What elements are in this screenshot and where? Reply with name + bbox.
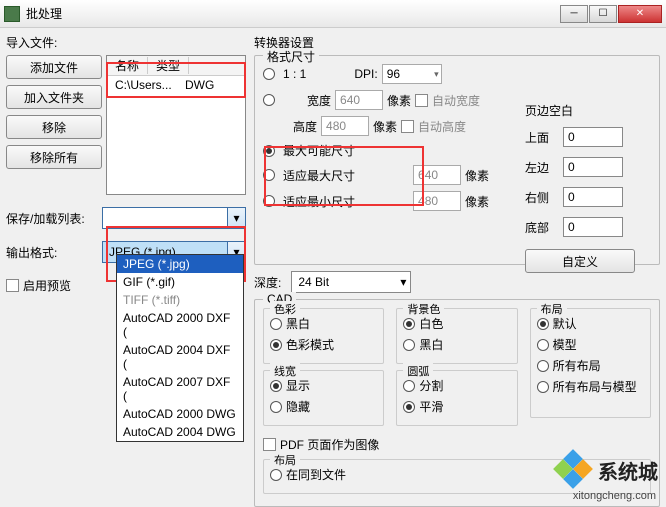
watermark-url: xitongcheng.com <box>573 490 656 502</box>
radio-1to1[interactable] <box>263 68 275 80</box>
minimize-button[interactable]: ─ <box>560 5 588 23</box>
margin-top-input[interactable]: 0 <box>563 127 623 147</box>
radio-layout-model[interactable] <box>537 339 549 351</box>
radio-layout-default[interactable] <box>537 318 549 330</box>
radio-arc-seg[interactable] <box>403 380 415 392</box>
radio-layout-allmodel[interactable] <box>537 381 549 393</box>
maximize-button[interactable]: ☐ <box>589 5 617 23</box>
file-list[interactable]: 名称 类型 C:\Users... DWG <box>106 55 246 195</box>
height-input[interactable]: 480 <box>321 116 369 136</box>
remove-all-button[interactable]: 移除所有 <box>6 145 102 169</box>
fit-min-input[interactable]: 480 <box>413 191 461 211</box>
enable-preview-checkbox[interactable] <box>6 279 19 292</box>
watermark-text: 系统城 <box>598 456 658 485</box>
output-format-dropdown[interactable]: JPEG (*.jpg) GIF (*.gif) TIFF (*.tiff) A… <box>116 254 244 442</box>
radio-lw-show[interactable] <box>270 380 282 392</box>
margins-title: 页边空白 <box>525 102 645 119</box>
save-load-label: 保存/加载列表: <box>6 210 96 227</box>
format-size-group: 格式尺寸 1 : 1 DPI: 96▾ 宽度 640 像素 自动宽度 高度 48… <box>254 55 660 265</box>
add-folder-button[interactable]: 加入文件夹 <box>6 85 102 109</box>
pdf-as-image-checkbox[interactable] <box>263 438 276 451</box>
radio-fit-min[interactable] <box>263 195 275 207</box>
titlebar: 批处理 ─ ☐ ✕ <box>0 0 666 28</box>
margin-bottom-input[interactable]: 0 <box>563 217 623 237</box>
col-type: 类型 <box>148 57 189 74</box>
radio-fit-max[interactable] <box>263 169 275 181</box>
watermark: 系统城 <box>556 452 658 488</box>
dropdown-option[interactable]: AutoCAD 2000 DXF ( <box>117 309 243 341</box>
watermark-logo <box>556 452 592 488</box>
save-load-select[interactable]: ▾ <box>102 207 246 229</box>
enable-preview-label: 启用预览 <box>23 277 71 294</box>
remove-button[interactable]: 移除 <box>6 115 102 139</box>
radio-wh[interactable] <box>263 94 275 106</box>
app-icon <box>4 6 20 22</box>
radio-bg-black[interactable] <box>403 339 415 351</box>
margins-panel: 页边空白 上面0 左边0 右侧0 底部0 自定义 <box>525 102 645 273</box>
add-file-button[interactable]: 添加文件 <box>6 55 102 79</box>
dropdown-option[interactable]: JPEG (*.jpg) <box>117 255 243 273</box>
radio-arc-smooth[interactable] <box>403 401 415 413</box>
custom-button[interactable]: 自定义 <box>525 249 635 273</box>
dropdown-option[interactable]: TIFF (*.tiff) <box>117 291 243 309</box>
file-type: DWG <box>185 78 214 92</box>
fit-max-input[interactable]: 640 <box>413 165 461 185</box>
file-list-header: 名称 类型 <box>107 56 245 76</box>
file-name: C:\Users... <box>115 78 185 92</box>
chevron-down-icon: ▾ <box>227 208 245 228</box>
output-format-label: 输出格式: <box>6 244 96 261</box>
close-button[interactable]: ✕ <box>618 5 662 23</box>
dropdown-option[interactable]: AutoCAD 2000 DWG <box>117 405 243 423</box>
import-label: 导入文件: <box>6 34 246 51</box>
dpi-select[interactable]: 96▾ <box>382 64 442 84</box>
auto-width-checkbox[interactable] <box>415 94 428 107</box>
radio-layout-all[interactable] <box>537 360 549 372</box>
file-row[interactable]: C:\Users... DWG <box>107 76 245 94</box>
margin-left-input[interactable]: 0 <box>563 157 623 177</box>
radio-max-possible[interactable] <box>263 145 275 157</box>
width-input[interactable]: 640 <box>335 90 383 110</box>
margin-right-input[interactable]: 0 <box>563 187 623 207</box>
radio-bw[interactable] <box>270 318 282 330</box>
depth-select[interactable]: 24 Bit▾ <box>291 271 411 293</box>
col-name: 名称 <box>107 57 148 74</box>
radio-bg-white[interactable] <box>403 318 415 330</box>
radio-color-mode[interactable] <box>270 339 282 351</box>
dropdown-option[interactable]: AutoCAD 2004 DWG <box>117 423 243 441</box>
window-title: 批处理 <box>26 5 560 22</box>
dropdown-option[interactable]: AutoCAD 2004 DXF ( <box>117 341 243 373</box>
radio-lw-hide[interactable] <box>270 401 282 413</box>
format-size-title: 格式尺寸 <box>263 48 319 65</box>
auto-height-checkbox[interactable] <box>401 120 414 133</box>
dropdown-option[interactable]: GIF (*.gif) <box>117 273 243 291</box>
depth-label: 深度: <box>254 274 281 291</box>
dropdown-option[interactable]: AutoCAD 2007 DXF ( <box>117 373 243 405</box>
radio-savetofile[interactable] <box>270 469 282 481</box>
